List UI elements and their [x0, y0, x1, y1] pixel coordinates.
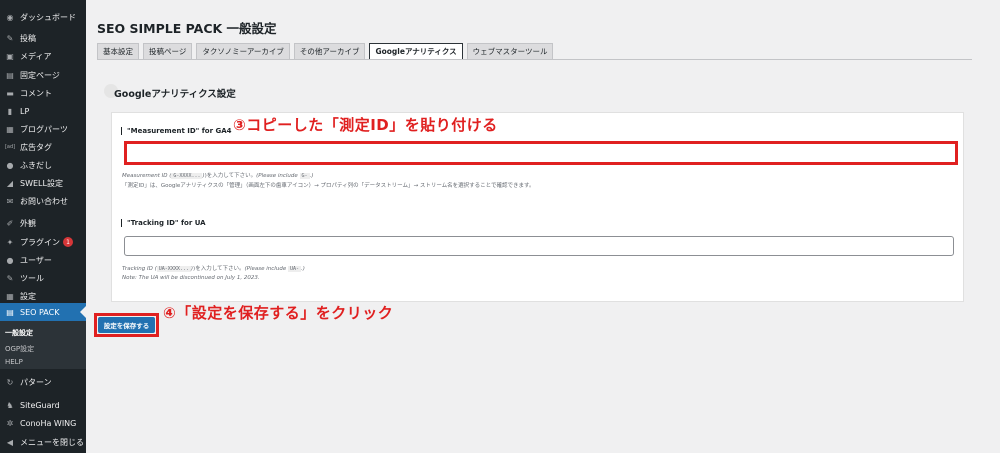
sidebar-item-label: ユーザー: [20, 255, 52, 265]
sidebar-item-appearance[interactable]: ✐ 外観: [0, 214, 86, 232]
sidebar-item-label: SWELL設定: [20, 178, 63, 188]
pattern-icon: ↻: [6, 377, 14, 387]
ua-tracking-id-input[interactable]: [124, 236, 954, 256]
media-icon: ▣: [6, 51, 14, 61]
submenu-item[interactable]: HELP: [5, 358, 23, 366]
sidebar-item-label: メディア: [20, 51, 52, 61]
ad-tag-icon: [ad]: [4, 144, 16, 150]
sidebar-item-label: ふきだし: [20, 160, 52, 170]
ua-help-text: Tracking ID (UA-XXXX...))を入力して下さい。(Pleas…: [122, 266, 305, 272]
sidebar-item-label: SiteGuard: [20, 400, 60, 410]
sidebar-item-pin[interactable]: ✎ 投稿: [0, 29, 86, 47]
ga4-measurement-id-input[interactable]: [124, 141, 958, 165]
submenu-item[interactable]: 一般設定: [5, 328, 33, 338]
sidebar-item-pattern[interactable]: ↻ パターン: [0, 373, 86, 391]
sidebar-item-label: SEO PACK: [20, 307, 60, 317]
sidebar-item-label: コメント: [20, 88, 52, 98]
ga4-help-text: Measurement ID (G-XXXX...))を入力して下さい。(Ple…: [122, 173, 314, 179]
sidebar-item-label: パターン: [20, 377, 52, 387]
settings-tabs: 基本設定 投稿ページ タクソノミーアーカイブ その他アーカイブ Googleアナリティク…: [97, 43, 557, 60]
collapse-icon: ◀: [6, 437, 14, 447]
sidebar-item-label: 設定: [20, 291, 36, 301]
sidebar-item-dashboard[interactable]: ◉ ダッシュボード: [0, 8, 86, 26]
tab-1[interactable]: 投稿ページ: [143, 43, 193, 60]
sidebar-item-label: LP: [20, 106, 30, 116]
admin-sidebar: ◉ ダッシュボード ✎ 投稿 ▣ メディア ▤ 固定ページ ▬ コメント ▮ LP ▦ ブログパーツ [ad…: [0, 0, 86, 453]
sidebar-item-label: 投稿: [20, 33, 36, 43]
seo-pack-submenu: 一般設定 OGP設定 HELP: [0, 321, 86, 369]
tab-0[interactable]: 基本設定: [97, 43, 139, 60]
submenu-item[interactable]: OGP設定: [5, 344, 34, 354]
step3-annotation: ③コピーした「測定ID」を貼り付ける: [233, 116, 498, 134]
sidebar-item-label: 広告タグ: [20, 142, 52, 152]
sidebar-item-label: メニューを閉じる: [20, 437, 84, 447]
mail-icon: ✉: [6, 196, 14, 206]
analytics-settings-panel: "Measurement ID" for GA4 Measurement ID …: [111, 112, 964, 302]
sidebar-item-tool[interactable]: ✎ ツール: [0, 269, 86, 287]
sidebar-item-user[interactable]: ● ユーザー: [0, 251, 86, 269]
sidebar-item-ad-tag[interactable]: [ad] 広告タグ: [0, 138, 86, 156]
lp-icon: ▮: [7, 106, 13, 116]
tab-3[interactable]: その他アーカイブ: [293, 43, 366, 60]
settings-icon: ▦: [6, 291, 14, 301]
sidebar-item-label: ダッシュボード: [20, 12, 76, 22]
sidebar-item-seo-pack[interactable]: ▤ SEO PACK: [0, 303, 86, 321]
tab-4[interactable]: Googleアナリティクス: [369, 43, 463, 60]
sidebar-item-swell[interactable]: ◢ SWELL設定: [0, 174, 86, 192]
ga4-field-label: "Measurement ID" for GA4: [121, 127, 232, 135]
active-menu-arrow: [80, 306, 86, 318]
sidebar-item-conoha[interactable]: ✲ ConoHa WING: [0, 414, 86, 432]
tab-5[interactable]: ウェブマスターツール: [466, 43, 554, 60]
appearance-icon: ✐: [6, 218, 14, 228]
sidebar-item-balloon[interactable]: ● ふきだし: [0, 156, 86, 174]
sidebar-item-blog-parts[interactable]: ▦ ブログパーツ: [0, 120, 86, 138]
page-title: SEO SIMPLE PACK 一般設定: [97, 21, 277, 36]
sidebar-item-label: ConoHa WING: [20, 418, 77, 428]
tool-icon: ✎: [6, 273, 14, 283]
sidebar-item-label: ツール: [20, 273, 44, 283]
balloon-icon: ●: [6, 160, 14, 170]
pin-icon: ✎: [6, 33, 14, 43]
plugin-icon: ✦: [6, 237, 14, 247]
conoha-icon: ✲: [6, 418, 14, 428]
swell-icon: ◢: [6, 178, 14, 188]
tab-2[interactable]: タクソノミーアーカイブ: [196, 43, 290, 60]
page-icon: ▤: [6, 70, 14, 80]
dashboard-icon: ◉: [6, 12, 14, 22]
sidebar-item-label: お問い合わせ: [20, 196, 68, 206]
update-count-badge: 1: [63, 237, 73, 247]
sidebar-item-siteguard[interactable]: ♞ SiteGuard: [0, 396, 86, 414]
step4-annotation: ④「設定を保存する」をクリック: [163, 304, 394, 322]
sidebar-item-collapse[interactable]: ◀ メニューを閉じる: [0, 433, 86, 451]
ga4-help-detail: 「測定ID」は、Googleアナリティクスの「管理」（画面左下の歯車アイコン）→…: [122, 183, 535, 189]
section-title: Googleアナリティクス設定: [114, 89, 236, 100]
sidebar-item-label: 固定ページ: [20, 70, 60, 80]
save-settings-button[interactable]: 設定を保存する: [98, 317, 155, 333]
sidebar-item-label: 外観: [20, 218, 36, 228]
sidebar-item-comment[interactable]: ▬ コメント: [0, 84, 86, 102]
sidebar-item-label: プラグイン: [20, 237, 60, 247]
ua-discontinued-note: Note: The UA will be discontinued on Jul…: [122, 275, 260, 281]
ua-field-label: "Tracking ID" for UA: [121, 219, 206, 227]
sidebar-item-mail[interactable]: ✉ お問い合わせ: [0, 192, 86, 210]
blog-parts-icon: ▦: [6, 124, 14, 134]
sidebar-item-page[interactable]: ▤ 固定ページ: [0, 66, 86, 84]
sidebar-item-plugin[interactable]: ✦ プラグイン 1: [0, 233, 86, 251]
sidebar-item-lp[interactable]: ▮ LP: [0, 102, 86, 120]
sidebar-item-media[interactable]: ▣ メディア: [0, 47, 86, 65]
tab-divider: [97, 59, 972, 60]
user-icon: ●: [6, 255, 14, 265]
seo-pack-icon: ▤: [6, 307, 14, 317]
comment-icon: ▬: [6, 88, 14, 98]
siteguard-icon: ♞: [6, 400, 14, 410]
sidebar-item-label: ブログパーツ: [20, 124, 68, 134]
